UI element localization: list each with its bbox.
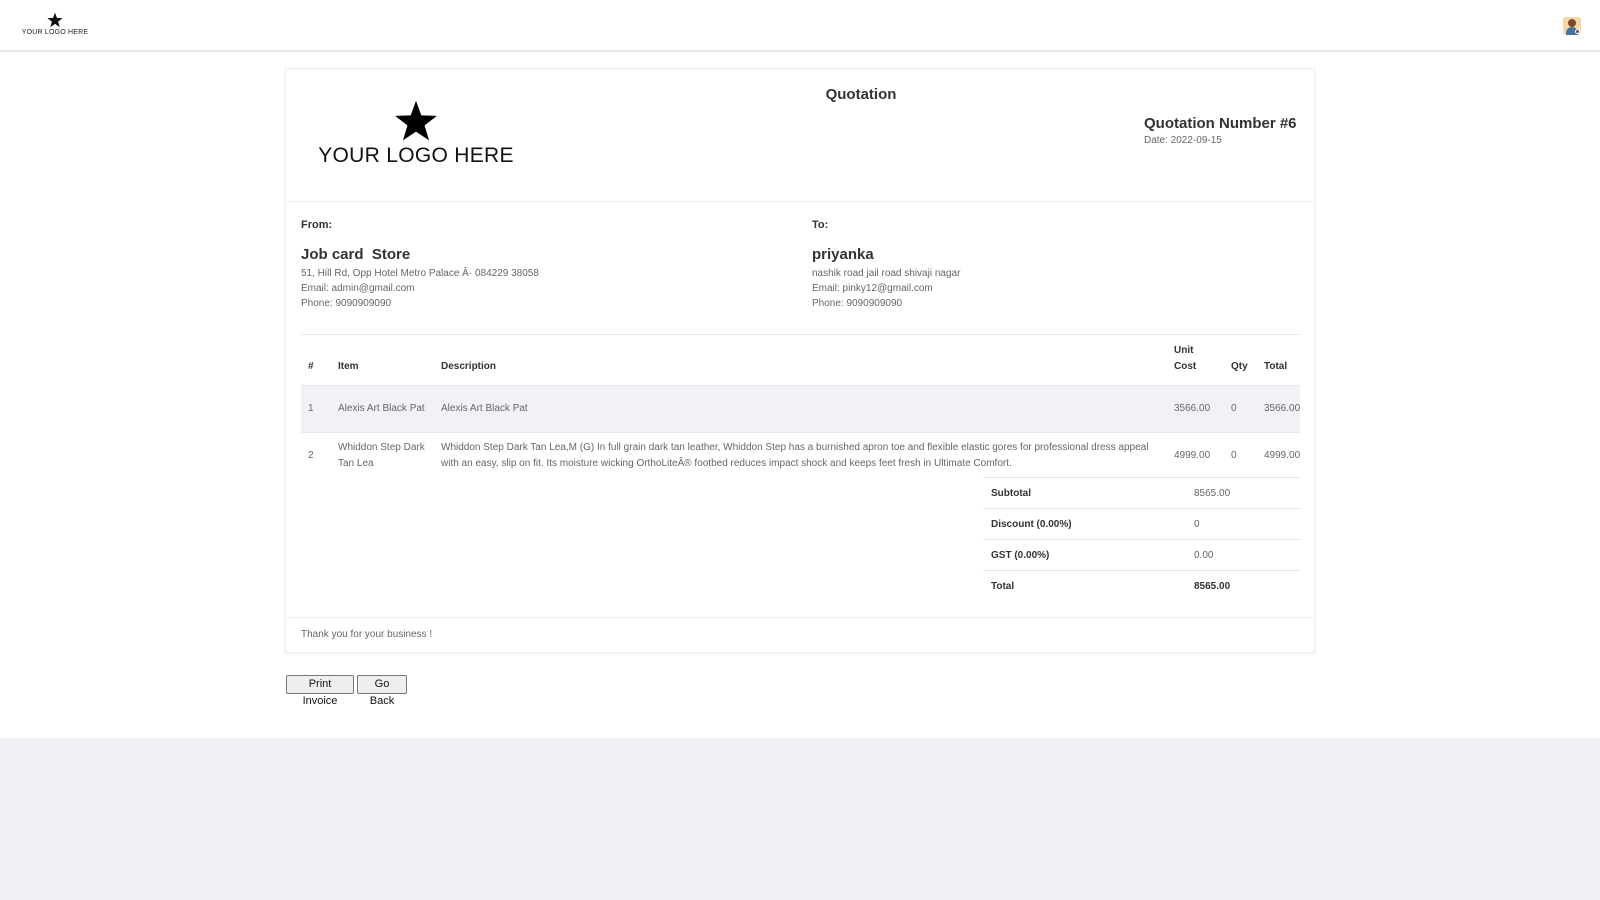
- to-name: priyanka: [812, 246, 874, 263]
- total-label: Total: [983, 570, 1186, 602]
- table-row: 1 Alexis Art Black Pat Alexis Art Black …: [301, 385, 1300, 433]
- gst-value: 0.00: [1186, 539, 1300, 571]
- cell-qty: 0: [1224, 432, 1257, 480]
- to-section: To: priyanka nashik road jail road shiva…: [812, 219, 1292, 309]
- quotation-card: YOUR LOGO HERE Quotation Quotation Numbe…: [285, 68, 1315, 653]
- cell-item: Alexis Art Black Pat: [331, 385, 434, 433]
- subtotal-row: Subtotal 8565.00: [983, 477, 1300, 509]
- page-title: Quotation: [825, 86, 897, 103]
- col-header-qty: Qty: [1231, 361, 1248, 372]
- from-label: From:: [301, 219, 333, 231]
- go-back-button[interactable]: Go Back: [357, 675, 407, 707]
- user-avatar-icon[interactable]: [1563, 17, 1581, 35]
- to-phone: Phone: 9090909090: [812, 298, 903, 309]
- totals-table: Subtotal 8565.00 Discount (0.00%) 0 GST …: [983, 477, 1300, 602]
- cell-description: Whiddon Step Dark Tan Lea,M (G) In full …: [434, 432, 1167, 480]
- gst-row: GST (0.00%) 0.00: [983, 539, 1300, 571]
- from-phone: Phone: 9090909090: [301, 298, 392, 309]
- cell-total: 4999.00: [1257, 432, 1300, 480]
- discount-row: Discount (0.00%) 0: [983, 508, 1300, 540]
- brand-logo[interactable]: YOUR LOGO HERE: [19, 12, 91, 36]
- thank-you-message: Thank you for your business !: [301, 629, 433, 640]
- quotation-header: YOUR LOGO HERE Quotation Quotation Numbe…: [286, 69, 1314, 202]
- cell-qty: 0: [1224, 385, 1257, 433]
- items-table: # Item Description Unit Cost Qty Total 1…: [301, 335, 1300, 480]
- col-header-item: Item: [338, 361, 359, 372]
- from-name: Job card Store: [301, 246, 411, 263]
- star-icon: [47, 12, 63, 28]
- discount-value: 0: [1186, 508, 1300, 540]
- col-header-description: Description: [441, 361, 497, 372]
- company-logo: YOUR LOGO HERE: [316, 99, 516, 168]
- quotation-footer: Thank you for your business !: [286, 617, 1314, 652]
- top-navbar: YOUR LOGO HERE: [0, 0, 1600, 51]
- col-header-total: Total: [1264, 361, 1288, 372]
- from-section: From: Job card Store 51, Hill Rd, Opp Ho…: [301, 219, 781, 309]
- table-header-row: # Item Description Unit Cost Qty Total: [301, 335, 1300, 386]
- to-address: nashik road jail road shivaji nagar: [812, 268, 961, 279]
- subtotal-label: Subtotal: [983, 477, 1186, 509]
- star-icon: [395, 100, 437, 141]
- quotation-date: Date: 2022-09-15: [1144, 135, 1222, 146]
- cell-total: 3566.00: [1257, 385, 1300, 433]
- cell-unit-cost: 3566.00: [1167, 385, 1224, 433]
- to-label: To:: [812, 219, 829, 231]
- brand-logo-text: YOUR LOGO HERE: [21, 29, 89, 36]
- col-header-num: #: [308, 361, 314, 372]
- cell-item: Whiddon Step Dark Tan Lea: [331, 432, 434, 480]
- cell-num: 2: [301, 432, 331, 480]
- col-header-unit-cost: Unit Cost: [1174, 345, 1197, 372]
- gst-label: GST (0.00%): [983, 539, 1186, 571]
- quotation-number: Quotation Number #6: [1144, 115, 1297, 132]
- print-invoice-button[interactable]: Print Invoice: [286, 675, 354, 707]
- company-logo-text: YOUR LOGO HERE: [318, 144, 514, 167]
- cell-unit-cost: 4999.00: [1167, 432, 1224, 480]
- table-row: 2 Whiddon Step Dark Tan Lea Whiddon Step…: [301, 432, 1300, 480]
- from-address: 51, Hill Rd, Opp Hotel Metro Palace Â· 0…: [301, 268, 539, 279]
- total-value: 8565.00: [1186, 570, 1300, 602]
- from-email: Email: admin@gmail.com: [301, 283, 415, 294]
- discount-label: Discount (0.00%): [983, 508, 1186, 540]
- subtotal-value: 8565.00: [1186, 477, 1300, 509]
- grand-total-row: Total 8565.00: [983, 570, 1300, 602]
- to-email: Email: pinky12@gmail.com: [812, 283, 933, 294]
- cell-description: Alexis Art Black Pat: [434, 385, 1167, 433]
- status-dot-icon: [1575, 29, 1580, 34]
- cell-num: 1: [301, 385, 331, 433]
